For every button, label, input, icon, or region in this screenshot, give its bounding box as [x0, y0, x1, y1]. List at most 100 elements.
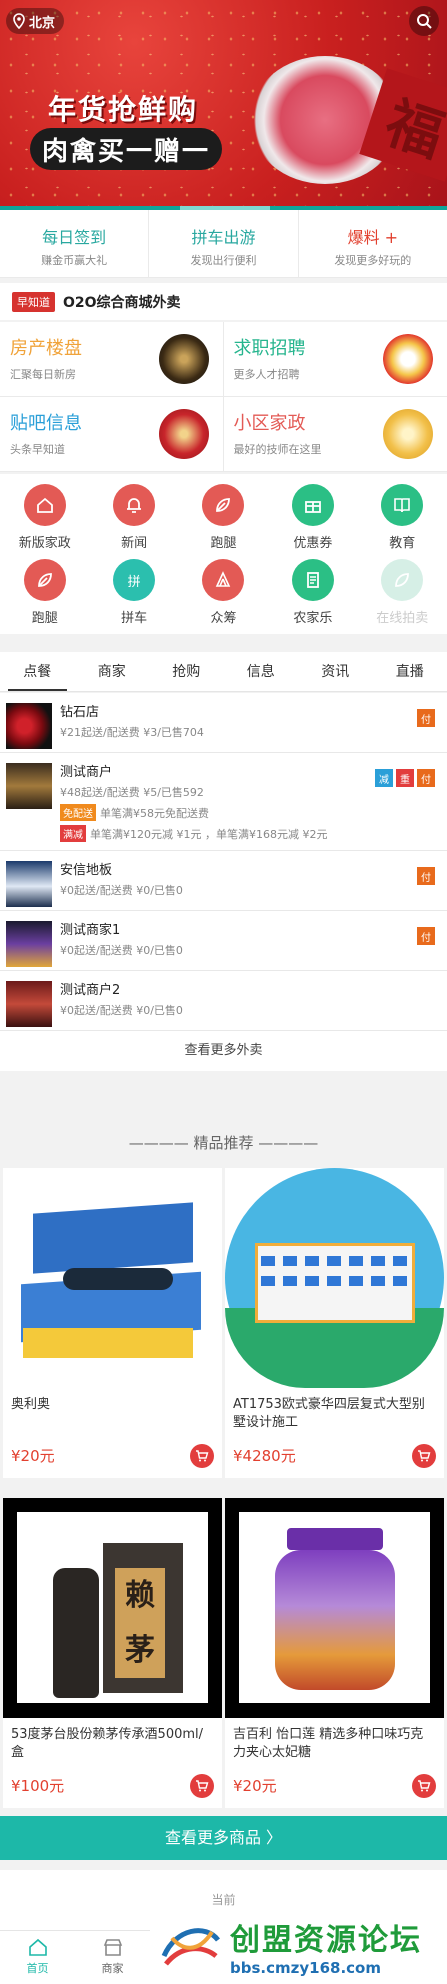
service-label: 跑腿 [210, 536, 237, 551]
housekeeping-thumb [383, 409, 433, 459]
weight-badge: 重 [396, 769, 414, 787]
quick-entry-sub: 发现出行便利 [190, 254, 257, 267]
service-carpool[interactable]: 拼 拼车 [89, 559, 178, 634]
goods-price: ¥4280元 [233, 1447, 296, 1465]
pay-badge: 付 [417, 927, 435, 945]
news-tag: 早知道 [12, 291, 55, 312]
real-estate-thumb [158, 334, 209, 384]
shop-name: 测试商户2 [60, 983, 121, 998]
shop-badges: 付 [417, 709, 435, 727]
goods-card[interactable]: AT1753欧式豪华四层复式大型别墅设计施工 ¥4280元 [225, 1168, 444, 1478]
nav-label: 首页 [26, 1962, 49, 1975]
add-to-cart-button[interactable] [412, 1444, 436, 1468]
tab-merchants[interactable]: 商家 [75, 652, 150, 691]
shop-row[interactable]: 测试商户2 ¥0起送/配送费 ¥0/已售0 [0, 971, 447, 1031]
tab-news[interactable]: 资讯 [298, 652, 373, 691]
cart-icon [196, 1780, 209, 1792]
city-selector[interactable]: 北京 [6, 8, 65, 34]
service-errand[interactable]: 跑腿 [179, 484, 268, 559]
promo-text: 单笔满¥58元免配送费 [100, 806, 209, 820]
quick-entry-title: 每日签到 [42, 228, 107, 247]
more-shops-link[interactable]: 查看更多外卖 [0, 1031, 447, 1071]
add-to-cart-button[interactable] [190, 1774, 214, 1798]
nav-home[interactable]: 首页 [0, 1931, 75, 1984]
shop-thumb [6, 861, 52, 907]
shop-row[interactable]: 钻石店 ¥21起送/配送费 ¥3/已售704 付 [0, 693, 447, 753]
search-button[interactable] [409, 6, 439, 36]
shop-promo-discount: 满减 单笔满¥120元减 ¥1元 ，单笔满¥168元减 ¥2元 [60, 825, 447, 842]
category-real-estate[interactable]: 房产楼盘 汇聚每日新房 [0, 322, 224, 397]
service-auction[interactable]: 在线拍卖 [358, 559, 447, 634]
goods-price: ¥100元 [11, 1777, 65, 1795]
more-goods-button[interactable]: 查看更多商品 〉 [0, 1816, 447, 1860]
add-to-cart-button[interactable] [190, 1444, 214, 1468]
goods-name: AT1753欧式豪华四层复式大型别墅设计施工 [233, 1397, 425, 1430]
service-errand-2[interactable]: 跑腿 [0, 559, 89, 634]
watermark-title: 创盟资源论坛 [230, 1923, 422, 1958]
nav-merchants[interactable]: 商家 [75, 1931, 150, 1984]
goods-card[interactable]: 奥利奥 ¥20元 [3, 1168, 222, 1478]
promo-tag: 免配送 [60, 804, 96, 821]
search-icon [417, 14, 432, 29]
shop-thumb [6, 763, 52, 809]
banner-subheadline: 肉禽买一赠一 [30, 128, 223, 170]
shop-row[interactable]: 测试商家1 ¥0起送/配送费 ¥0/已售0 付 [0, 911, 447, 971]
quick-entry-sub: 发现更多好玩的 [334, 254, 412, 267]
service-label: 跑腿 [31, 611, 58, 626]
shop-thumb [6, 981, 52, 1027]
goods-image [3, 1168, 222, 1388]
service-housekeeping[interactable]: 新版家政 [0, 484, 89, 559]
shop-name: 测试商家1 [60, 923, 121, 938]
promo-banner[interactable]: 福 北京 年货抢鲜购 肉禽买一赠一 [0, 0, 447, 210]
quick-entry-title: 拼车出游 [191, 228, 256, 247]
quick-entries: 每日签到 赚金币赢大礼 拼车出游 发现出行便利 爆料 + 发现更多好玩的 [0, 210, 447, 278]
watermark-url: bbs.cmzy168.com [230, 1959, 381, 1977]
pay-badge: 付 [417, 867, 435, 885]
goods-name: 吉百利 怡口莲 精选多种口味巧克力夹心太妃糖 [233, 1727, 424, 1760]
shop-row[interactable]: 测试商户 ¥48起送/配送费 ¥5/已售592 免配送 单笔满¥58元免配送费 … [0, 753, 447, 851]
category-jobs[interactable]: 求职招聘 更多人才招聘 [223, 322, 447, 397]
promo-text: 单笔满¥120元减 ¥1元 ，单笔满¥168元减 ¥2元 [90, 827, 328, 841]
goods-card[interactable]: 吉百利 怡口莲 精选多种口味巧克力夹心太妃糖 ¥20元 [225, 1498, 444, 1808]
shop-row[interactable]: 安信地板 ¥0起送/配送费 ¥0/已售0 付 [0, 851, 447, 911]
banner-headline: 年货抢鲜购 [48, 93, 199, 126]
auction-icon [381, 559, 424, 601]
jobs-thumb [383, 334, 433, 384]
category-housekeeping[interactable]: 小区家政 最好的技师在这里 [223, 397, 447, 472]
shop-thumb [6, 703, 52, 749]
goods-card[interactable]: 赖茅 53度茅台股份赖茅传承酒500ml/盒 ¥100元 [3, 1498, 222, 1808]
quick-entry-sub: 赚金币赢大礼 [41, 254, 108, 267]
home-icon [28, 1938, 47, 1956]
add-to-cart-button[interactable] [412, 1774, 436, 1798]
service-news[interactable]: 新闻 [89, 484, 178, 559]
news-ticker[interactable]: 早知道 O2O综合商城外卖 [0, 283, 447, 320]
quick-entry-carpool[interactable]: 拼车出游 发现出行便利 [149, 210, 299, 277]
pay-badge: 付 [417, 769, 435, 787]
service-education[interactable]: 教育 [358, 484, 447, 559]
quick-entry-report[interactable]: 爆料 + 发现更多好玩的 [299, 210, 447, 277]
location-pin-icon [13, 13, 25, 29]
tab-order-food[interactable]: 点餐 [0, 652, 75, 691]
tab-live[interactable]: 直播 [373, 652, 447, 691]
service-label: 优惠券 [293, 536, 333, 551]
goods-price: ¥20元 [11, 1447, 55, 1465]
shop-name: 钻石店 [60, 705, 100, 720]
shop-badges: 减 重 付 [375, 769, 435, 787]
cart-icon [418, 1450, 431, 1462]
service-coupon[interactable]: 优惠券 [268, 484, 357, 559]
category-forum[interactable]: 贴吧信息 头条早知道 [0, 397, 224, 472]
shop-promo-delivery: 免配送 单笔满¥58元免配送费 [60, 804, 447, 821]
book-icon [381, 484, 424, 526]
service-label: 拼车 [121, 611, 148, 626]
tab-info[interactable]: 信息 [224, 652, 299, 691]
service-label: 新闻 [121, 536, 148, 551]
category-blocks: 房产楼盘 汇聚每日新房 求职招聘 更多人才招聘 贴吧信息 头条早知道 小区家政 … [0, 322, 447, 472]
tab-flash-sale[interactable]: 抢购 [149, 652, 224, 691]
service-farmstay[interactable]: 农家乐 [268, 559, 357, 634]
promo-tag: 满减 [60, 825, 86, 842]
service-crowdfunding[interactable]: 众筹 [179, 559, 268, 634]
quick-entry-checkin[interactable]: 每日签到 赚金币赢大礼 [0, 210, 150, 277]
leaf-icon [202, 484, 245, 526]
shop-thumb [6, 921, 52, 967]
goods-price: ¥20元 [233, 1777, 277, 1795]
